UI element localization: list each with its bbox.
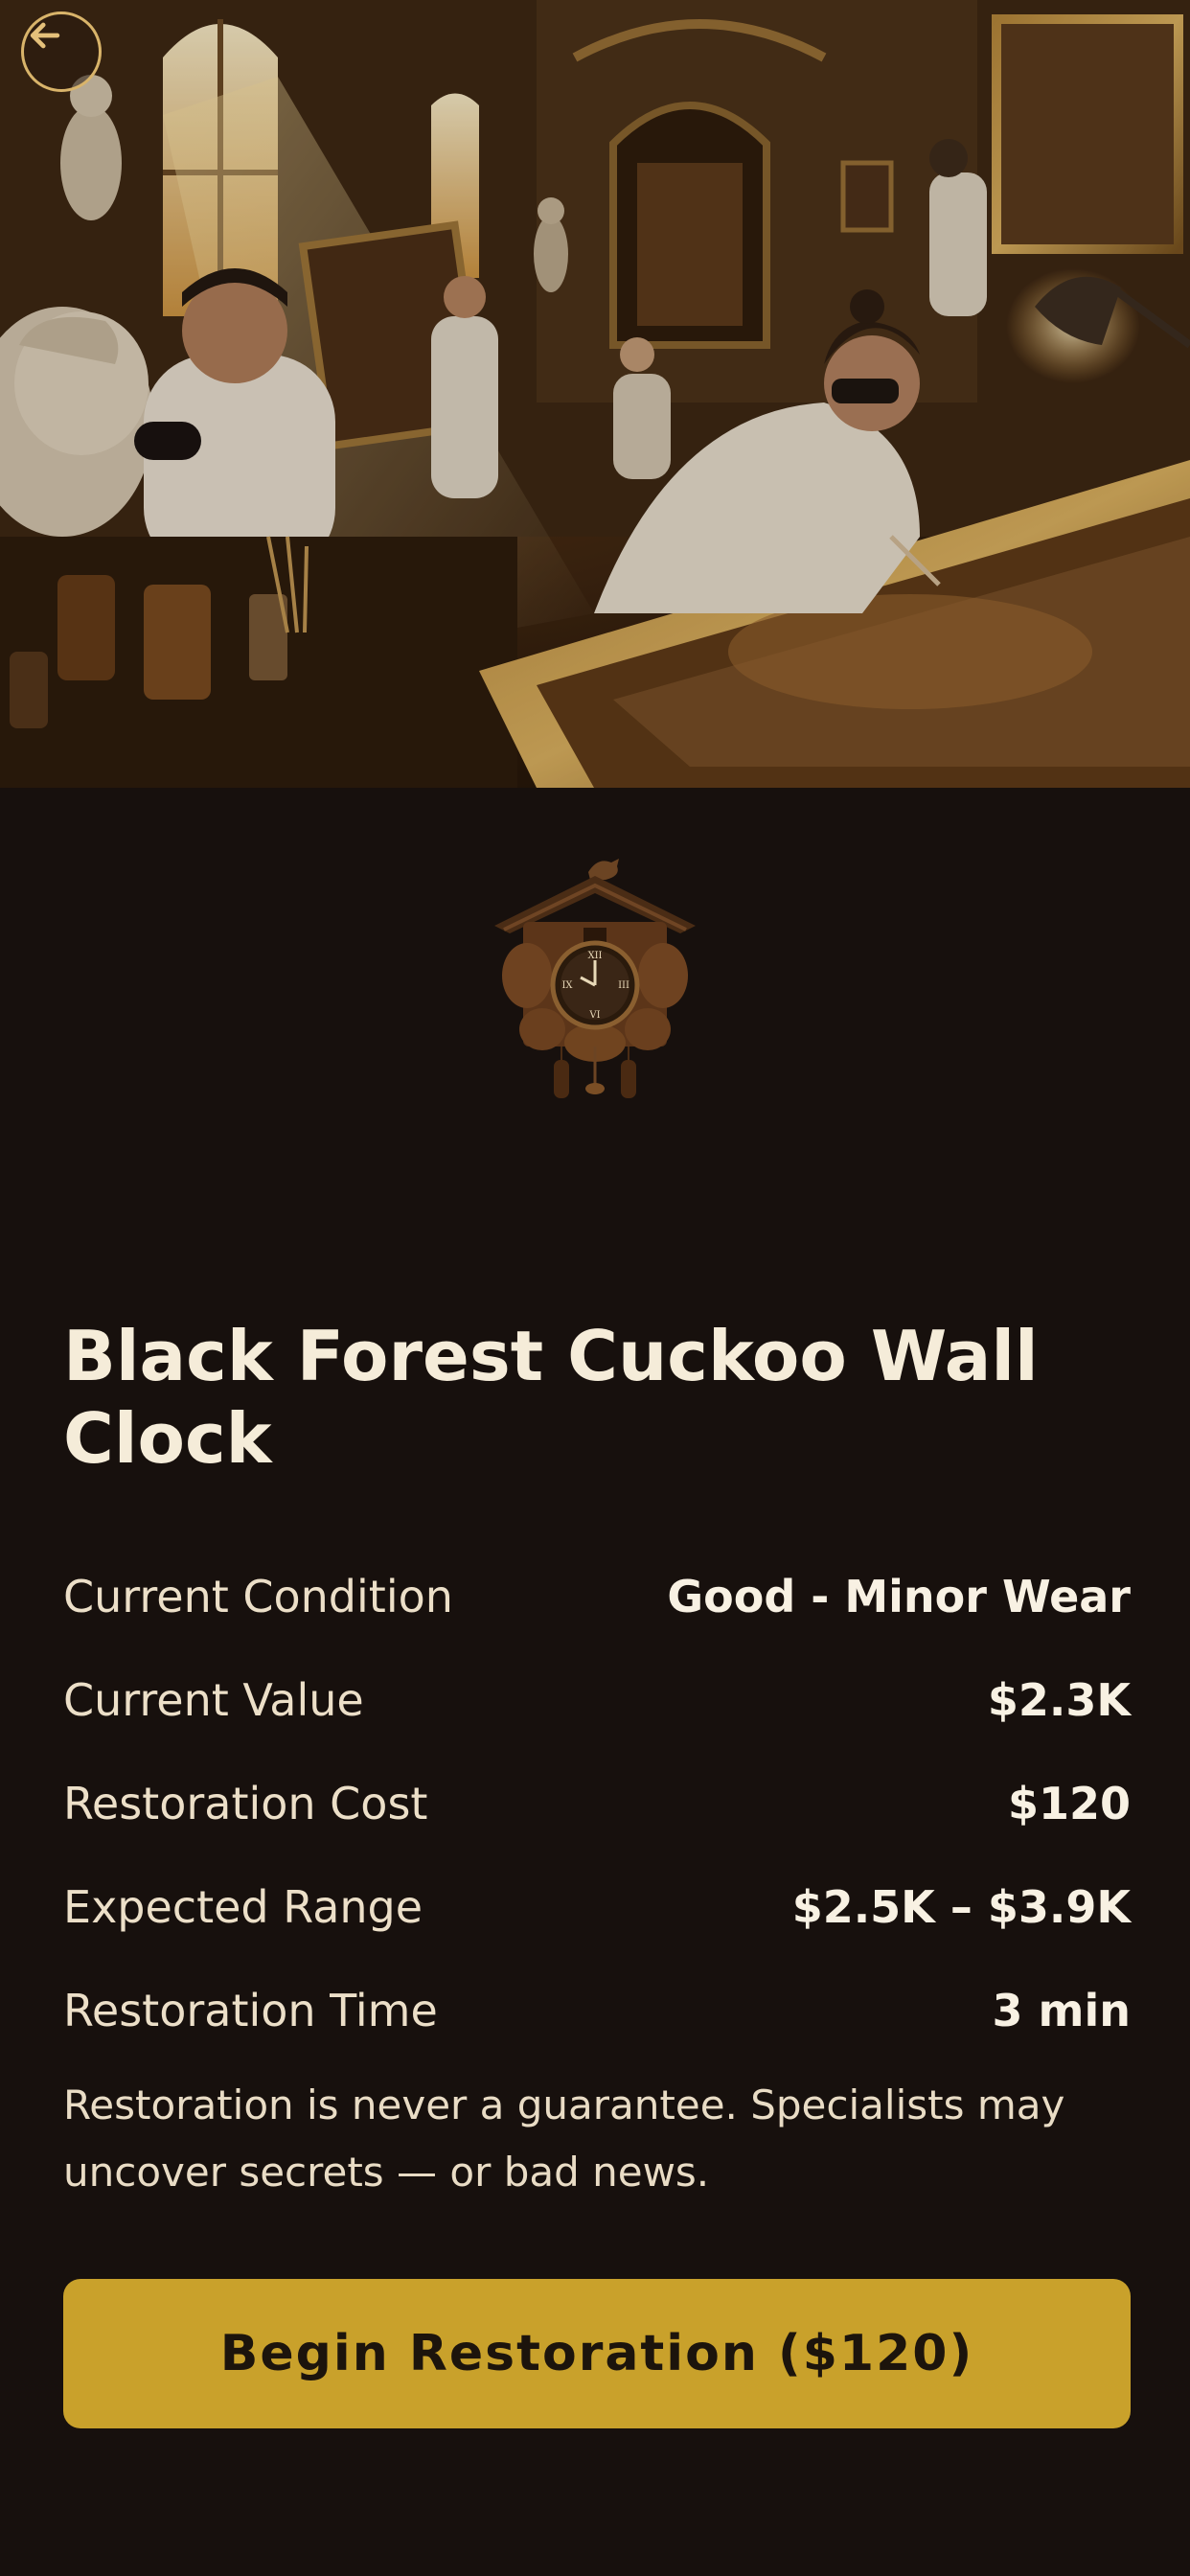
hero-image: [0, 0, 1190, 788]
detail-label: Current Condition: [63, 1571, 453, 1622]
detail-value: $2.5K – $3.9K: [791, 1881, 1131, 1933]
detail-value: Good - Minor Wear: [667, 1571, 1131, 1622]
detail-label: Expected Range: [63, 1881, 423, 1933]
detail-row-restoration-time: Restoration Time 3 min: [63, 1959, 1131, 2062]
detail-label: Restoration Time: [63, 1985, 438, 2036]
svg-text:III: III: [618, 980, 629, 991]
cuckoo-clock-icon: XII III VI IX: [494, 859, 696, 1098]
detail-row-expected-range: Expected Range $2.5K – $3.9K: [63, 1855, 1131, 1959]
item-details-list: Current Condition Good - Minor Wear Curr…: [63, 1545, 1131, 2062]
detail-label: Restoration Cost: [63, 1778, 428, 1829]
detail-row-current-value: Current Value $2.3K: [63, 1648, 1131, 1752]
restoration-workshop-illustration: [0, 0, 1190, 788]
detail-label: Current Value: [63, 1674, 364, 1726]
item-detail-panel: XII III VI IX Black Forest Cuckoo Wall C…: [0, 788, 1190, 2576]
detail-value: $120: [1007, 1778, 1131, 1829]
item-title: Black Forest Cuckoo Wall Clock: [63, 1316, 1039, 1479]
back-button[interactable]: [21, 12, 102, 92]
detail-value: 3 min: [992, 1985, 1131, 2036]
svg-text:XII: XII: [587, 951, 602, 961]
arrow-left-icon: [30, 22, 60, 49]
svg-text:IX: IX: [561, 980, 573, 991]
detail-row-current-condition: Current Condition Good - Minor Wear: [63, 1545, 1131, 1648]
svg-text:VI: VI: [588, 1010, 600, 1021]
detail-row-restoration-cost: Restoration Cost $120: [63, 1752, 1131, 1855]
detail-value: $2.3K: [987, 1674, 1131, 1726]
restoration-disclaimer: Restoration is never a guarantee. Specia…: [63, 2082, 1065, 2196]
begin-restoration-button[interactable]: Begin Restoration ($120): [63, 2279, 1131, 2428]
